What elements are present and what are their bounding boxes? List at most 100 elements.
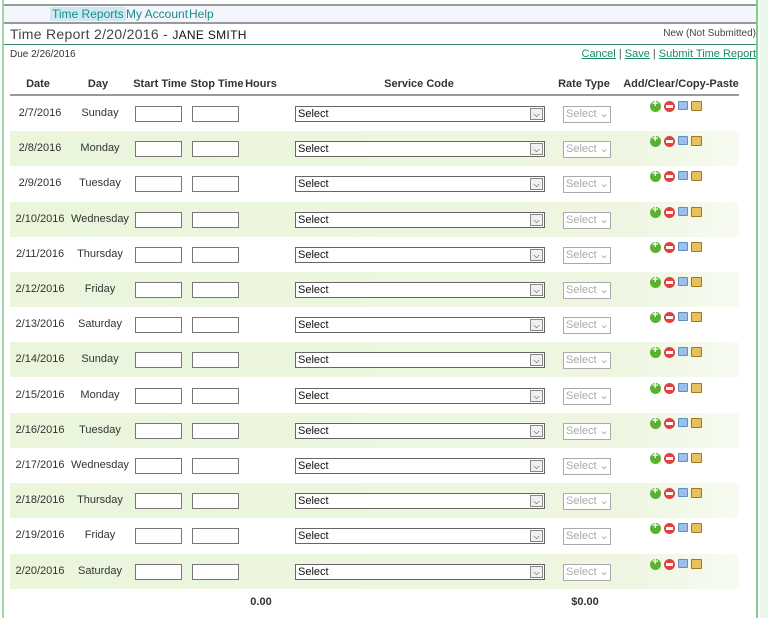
copy-icon[interactable] xyxy=(678,171,688,181)
paste-icon[interactable] xyxy=(691,558,702,569)
copy-icon[interactable] xyxy=(678,206,688,216)
stop-time-input[interactable] xyxy=(192,387,239,404)
service-code-select[interactable]: Select ⌵ xyxy=(295,563,545,580)
start-time-input[interactable] xyxy=(135,563,182,580)
service-code-select[interactable]: Select ⌵ xyxy=(295,387,545,404)
paste-icon[interactable] xyxy=(691,206,702,217)
paste-icon[interactable] xyxy=(691,241,702,252)
add-icon[interactable] xyxy=(650,344,661,359)
copy-icon[interactable] xyxy=(678,241,688,251)
clear-icon[interactable] xyxy=(664,241,675,253)
clear-icon[interactable] xyxy=(664,171,675,183)
start-time-input[interactable] xyxy=(135,211,182,228)
start-time-input[interactable] xyxy=(135,387,182,404)
start-time-input[interactable] xyxy=(135,176,182,193)
rate-type-select[interactable]: Select ⌄ xyxy=(563,282,611,299)
service-code-select[interactable]: Select ⌵ xyxy=(295,458,545,474)
rate-type-select[interactable]: Select ⌄ xyxy=(563,493,611,511)
paste-icon[interactable] xyxy=(691,277,702,287)
rate-type-select[interactable]: Select ⌄ xyxy=(563,317,611,335)
start-time-input[interactable] xyxy=(135,493,182,510)
service-code-select[interactable]: Select ⌵ xyxy=(295,246,545,263)
copy-icon[interactable] xyxy=(678,382,688,392)
stop-time-input[interactable] xyxy=(192,563,239,580)
service-code-select[interactable]: Select ⌵ xyxy=(295,528,545,545)
copy-icon[interactable] xyxy=(678,101,688,110)
start-time-input[interactable] xyxy=(135,317,182,334)
rate-type-select[interactable]: Select ⌄ xyxy=(563,563,611,581)
stop-time-input[interactable] xyxy=(192,493,239,510)
paste-icon[interactable] xyxy=(691,171,702,182)
stop-time-input[interactable] xyxy=(192,352,239,369)
paste-icon[interactable] xyxy=(691,312,702,323)
stop-time-input[interactable] xyxy=(192,458,239,474)
copy-icon[interactable] xyxy=(678,312,688,322)
rate-type-select[interactable]: Select ⌄ xyxy=(563,176,611,194)
service-code-select[interactable]: Select ⌵ xyxy=(295,282,545,298)
start-time-input[interactable] xyxy=(135,528,182,545)
service-code-select[interactable]: Select ⌵ xyxy=(295,317,545,334)
add-icon[interactable] xyxy=(650,239,661,253)
stop-time-input[interactable] xyxy=(192,176,239,193)
rate-type-select[interactable]: Select ⌄ xyxy=(563,106,611,123)
start-time-input[interactable] xyxy=(135,282,182,298)
add-icon[interactable] xyxy=(650,168,661,183)
nav-help[interactable]: Help xyxy=(187,7,216,21)
paste-icon[interactable] xyxy=(691,101,702,111)
copy-icon[interactable] xyxy=(678,488,688,498)
rate-type-select[interactable]: Select ⌄ xyxy=(563,352,611,370)
paste-icon[interactable] xyxy=(691,417,702,428)
clear-icon[interactable] xyxy=(664,136,675,148)
copy-icon[interactable] xyxy=(678,523,688,533)
service-code-select[interactable]: Select ⌵ xyxy=(295,352,545,369)
copy-icon[interactable] xyxy=(678,453,688,462)
add-icon[interactable] xyxy=(650,520,661,535)
nav-time-reports[interactable]: Time Reports xyxy=(50,7,126,21)
add-icon[interactable] xyxy=(650,309,661,324)
clear-icon[interactable] xyxy=(664,277,675,288)
paste-icon[interactable] xyxy=(691,453,702,463)
copy-icon[interactable] xyxy=(678,277,688,286)
paste-icon[interactable] xyxy=(691,523,702,534)
add-icon[interactable] xyxy=(650,556,661,570)
nav-my-account[interactable]: My Account xyxy=(124,7,190,21)
save-link[interactable]: Save xyxy=(625,48,650,60)
add-icon[interactable] xyxy=(650,204,661,218)
clear-icon[interactable] xyxy=(664,417,675,429)
cancel-link[interactable]: Cancel xyxy=(582,48,616,60)
service-code-select[interactable]: Select ⌵ xyxy=(295,176,545,193)
paste-icon[interactable] xyxy=(691,136,702,147)
service-code-select[interactable]: Select ⌵ xyxy=(295,211,545,228)
submit-link[interactable]: Submit Time Report xyxy=(659,48,756,60)
service-code-select[interactable]: Select ⌵ xyxy=(295,141,545,158)
clear-icon[interactable] xyxy=(664,312,675,324)
clear-icon[interactable] xyxy=(664,382,675,394)
add-icon[interactable] xyxy=(650,450,661,464)
clear-icon[interactable] xyxy=(664,101,675,112)
clear-icon[interactable] xyxy=(664,206,675,218)
stop-time-input[interactable] xyxy=(192,422,239,439)
start-time-input[interactable] xyxy=(135,458,182,474)
service-code-select[interactable]: Select ⌵ xyxy=(295,493,545,510)
paste-icon[interactable] xyxy=(691,382,702,393)
add-icon[interactable] xyxy=(650,380,661,394)
start-time-input[interactable] xyxy=(135,352,182,369)
rate-type-select[interactable]: Select ⌄ xyxy=(563,528,611,546)
stop-time-input[interactable] xyxy=(192,282,239,298)
clear-icon[interactable] xyxy=(664,488,675,500)
stop-time-input[interactable] xyxy=(192,317,239,334)
stop-time-input[interactable] xyxy=(192,141,239,158)
clear-icon[interactable] xyxy=(664,347,675,359)
stop-time-input[interactable] xyxy=(192,106,239,122)
copy-icon[interactable] xyxy=(678,136,688,146)
copy-icon[interactable] xyxy=(678,558,688,568)
stop-time-input[interactable] xyxy=(192,528,239,545)
start-time-input[interactable] xyxy=(135,106,182,122)
start-time-input[interactable] xyxy=(135,141,182,158)
add-icon[interactable] xyxy=(650,415,661,429)
add-icon[interactable] xyxy=(650,485,661,500)
paste-icon[interactable] xyxy=(691,347,702,358)
add-icon[interactable] xyxy=(650,274,661,288)
rate-type-select[interactable]: Select ⌄ xyxy=(563,246,611,264)
clear-icon[interactable] xyxy=(664,523,675,535)
